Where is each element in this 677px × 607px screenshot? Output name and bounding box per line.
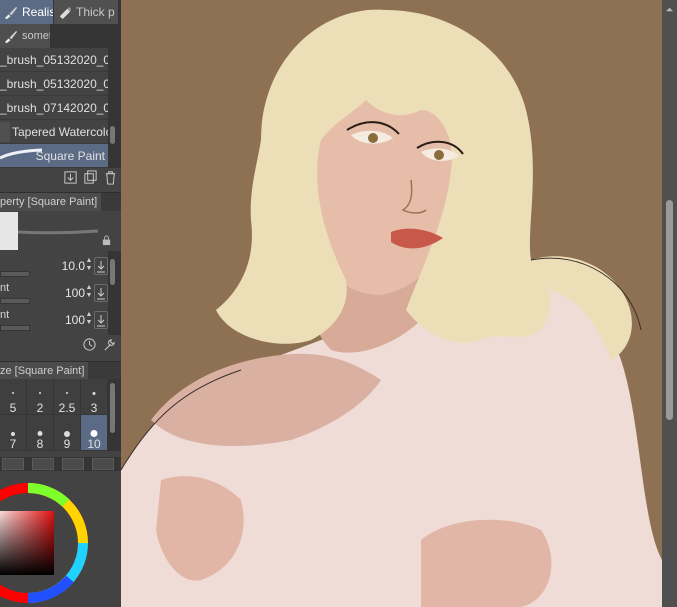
panel-title: ze [Square Paint] — [0, 362, 89, 380]
size-dot — [12, 392, 14, 394]
property-value[interactable]: 100 — [65, 313, 85, 327]
brush-size-grid: 5 2 2.5 3 7 8 9 10 — [0, 379, 108, 451]
list-item[interactable]: _brush_05132020_01 — [0, 72, 108, 96]
lock-icon[interactable] — [101, 235, 112, 246]
size-label: 7 — [9, 437, 17, 451]
brush-preview — [0, 211, 121, 251]
property-slider[interactable] — [0, 271, 30, 277]
size-label: 8 — [36, 437, 44, 451]
size-dot — [37, 431, 43, 436]
size-label: 9 — [63, 437, 71, 451]
property-label: nt — [0, 309, 10, 321]
property-value[interactable]: 100 — [65, 286, 85, 300]
property-brush-size: 10.0 ▲ ▼ — [0, 254, 108, 281]
brush-name: _brush_05132020_01 — [0, 76, 108, 91]
size-cell[interactable]: 7 — [0, 415, 27, 451]
artwork — [121, 0, 662, 607]
sub-tab-bar: sometin — [0, 24, 121, 48]
tab-label: Realistic — [22, 5, 53, 19]
size-dot — [39, 392, 41, 394]
size-label: 2 — [36, 401, 44, 415]
list-item[interactable]: _brush_07142020_01 — [0, 96, 108, 120]
brush-thumbnail — [0, 121, 10, 142]
size-label: 5 — [9, 401, 17, 415]
size-dot — [11, 432, 15, 436]
size-dot — [90, 430, 98, 437]
brush-name: Tapered Watercolor — [12, 124, 108, 139]
property-menu-button[interactable] — [94, 257, 108, 275]
property-label: nt — [0, 282, 10, 294]
size-cell[interactable]: 3 — [81, 379, 108, 415]
property-slider[interactable] — [0, 325, 30, 331]
size-cell[interactable]: 5 — [0, 379, 27, 415]
brush-list-toolbar — [0, 168, 121, 188]
reset-icon[interactable] — [82, 337, 97, 352]
tab-thick-paint[interactable]: Thick p — [54, 0, 118, 24]
tool-property-header: perty [Square Paint] — [0, 192, 121, 211]
list-item[interactable]: Tapered Watercolor — [0, 120, 108, 144]
brush-name: _brush_07142020_01 — [0, 100, 108, 115]
size-dot — [66, 392, 68, 394]
property-opacity: nt 100 ▲ ▼ — [0, 281, 108, 308]
size-label: 3 — [90, 401, 98, 415]
brush-icon — [3, 5, 18, 20]
drawing-canvas[interactable] — [121, 0, 662, 607]
color-panel-tabs — [0, 457, 121, 471]
property-value[interactable]: 10.0 — [62, 259, 85, 273]
property-menu-button[interactable] — [94, 284, 108, 302]
tab-color-set[interactable] — [32, 458, 54, 470]
color-wheel-panel — [0, 471, 121, 607]
size-dot — [92, 392, 96, 395]
property-menu-button[interactable] — [94, 311, 108, 329]
tab-intermediate[interactable] — [62, 458, 84, 470]
size-label: 2.5 — [58, 401, 76, 415]
property-amount: nt 100 ▲ ▼ — [0, 308, 108, 335]
size-label: 10 — [87, 437, 101, 451]
property-footer — [0, 335, 121, 355]
color-wheel[interactable] — [0, 471, 121, 607]
brush-size-header: ze [Square Paint] — [0, 361, 121, 380]
tab-label: Thick p — [76, 5, 115, 19]
scroll-thumb[interactable] — [666, 200, 673, 420]
property-scrollbar[interactable] — [108, 251, 121, 335]
scroll-up-icon[interactable] — [666, 4, 673, 12]
duplicate-icon[interactable] — [83, 170, 98, 185]
tab-sometin[interactable]: sometin — [0, 24, 50, 48]
brush-tab-bar: Realistic Thick p — [0, 0, 121, 24]
brush-list-scrollbar[interactable] — [108, 48, 121, 168]
size-cell[interactable]: 9 — [54, 415, 81, 451]
list-item-selected[interactable]: Square Paint — [0, 144, 108, 168]
brush-icon — [3, 29, 18, 44]
size-cell[interactable]: 2 — [27, 379, 54, 415]
brush-name: Square Paint — [35, 148, 105, 163]
size-scrollbar[interactable] — [108, 379, 121, 451]
size-cell[interactable]: 2.5 — [54, 379, 81, 415]
tab-color-wheel[interactable] — [2, 458, 24, 470]
preview-stroke — [18, 229, 98, 235]
download-icon[interactable] — [63, 170, 78, 185]
scroll-thumb[interactable] — [110, 126, 115, 144]
brush-list: _brush_05132020_04 _brush_05132020_01 _b… — [0, 48, 108, 168]
tab-realistic[interactable]: Realistic — [0, 0, 53, 24]
spinner-icon[interactable]: ▲ ▼ — [85, 311, 93, 327]
scroll-thumb[interactable] — [110, 383, 115, 433]
wrench-icon[interactable] — [102, 337, 117, 352]
paint-tube-icon — [57, 5, 72, 20]
tab-label: sometin — [22, 30, 50, 42]
property-slider[interactable] — [0, 298, 30, 304]
left-panel: Realistic Thick p sometin _brush_0513202… — [0, 0, 121, 607]
tab-approx[interactable] — [92, 458, 114, 470]
size-cell-selected[interactable]: 10 — [81, 415, 108, 451]
brush-name: _brush_05132020_04 — [0, 52, 108, 67]
size-cell[interactable]: 8 — [27, 415, 54, 451]
preview-swatch — [0, 212, 18, 250]
list-item[interactable]: _brush_05132020_04 — [0, 48, 108, 72]
trash-icon[interactable] — [103, 170, 118, 185]
panel-title: perty [Square Paint] — [0, 193, 102, 211]
scroll-thumb[interactable] — [110, 259, 115, 285]
spinner-icon[interactable]: ▲ ▼ — [85, 284, 93, 300]
spinner-icon[interactable]: ▲ ▼ — [85, 257, 93, 273]
canvas-vertical-scrollbar[interactable] — [662, 0, 677, 607]
